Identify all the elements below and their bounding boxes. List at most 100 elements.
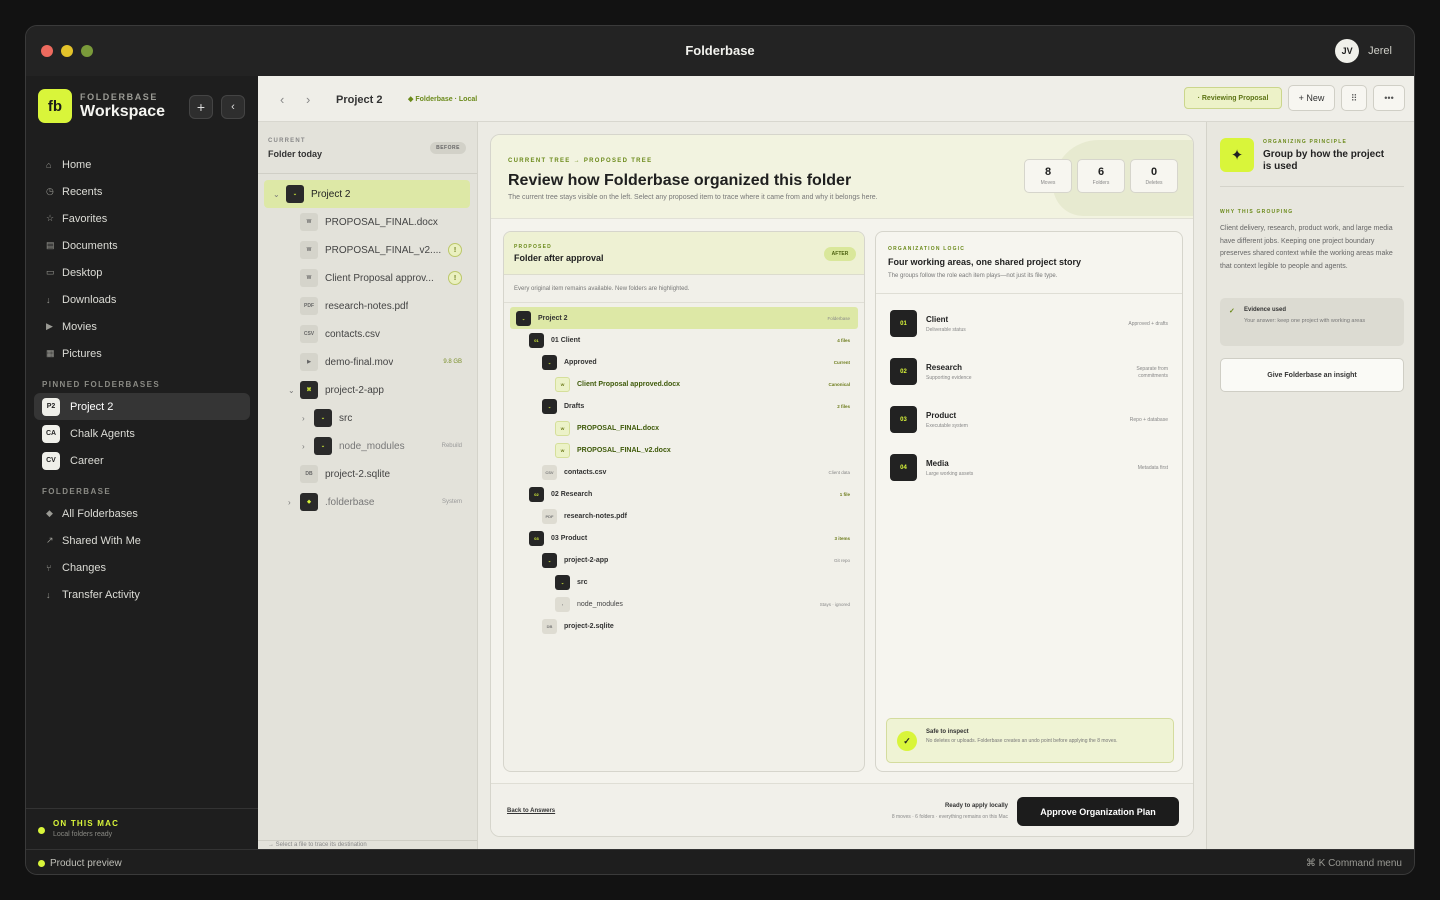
forward-arrow-icon[interactable]: › [306, 92, 310, 107]
proposed-row[interactable]: 02 02 Research 1 file [510, 483, 858, 505]
share-icon: ↗ [46, 535, 54, 545]
tree-row[interactable]: › ⌄ src [264, 404, 470, 432]
proposed-row[interactable]: 03 03 Product 3 items [510, 527, 858, 549]
warning-icon: ! [448, 243, 462, 257]
sidebar-item-downloads[interactable]: ↓ Downloads [34, 286, 250, 313]
proposed-row-label: Project 2 [538, 314, 568, 322]
sidebar-item-label: Movies [62, 320, 97, 333]
proposed-row[interactable]: W Client Proposal approved.docx Canonica… [510, 373, 858, 395]
proposed-row[interactable]: ⌄ Drafts 2 files [510, 395, 858, 417]
user-menu[interactable]: JV Jerel [1335, 39, 1392, 63]
sidebar-item-label: Transfer Activity [62, 588, 140, 601]
proposed-row[interactable]: ⌄ src [510, 571, 858, 593]
proposed-row[interactable]: ⌄ Approved Current [510, 351, 858, 373]
proposed-row[interactable]: ⌄ project-2-app Git repo [510, 549, 858, 571]
more-icon: ••• [1384, 93, 1394, 103]
logic-header: ORGANIZATION LOGIC Four working areas, o… [876, 232, 1182, 294]
breadcrumb[interactable]: ◆ Folderbase · Local [408, 95, 477, 103]
clock-icon: ◷ [46, 186, 54, 196]
sidebar-item-chalk-agents[interactable]: CA Chalk Agents [34, 420, 250, 447]
sidebar-item-career[interactable]: CV Career [34, 447, 250, 474]
tree-row-label: project-2-app [325, 384, 384, 396]
toolbar-title: Project 2 [336, 94, 383, 106]
tree-row[interactable]: › ⌄ node_modules Rebuild [264, 432, 470, 460]
collapse-sidebar-button[interactable]: ‹ [221, 95, 245, 119]
proposed-row[interactable]: W PROPOSAL_FINAL.docx [510, 417, 858, 439]
tree-row[interactable]: ⌄ ⌘ project-2-app [264, 376, 470, 404]
sidebar-item-transfer-activity[interactable]: ↓ Transfer Activity [34, 581, 250, 608]
folder-number-icon: 01 [529, 332, 544, 348]
tree-row-label: Project 2 [311, 188, 351, 200]
approve-plan-button[interactable]: Approve Organization Plan [1017, 797, 1179, 826]
sidebar-item-home[interactable]: ⌂ Home [34, 151, 250, 178]
sidebar-item-desktop[interactable]: ▭ Desktop [34, 259, 250, 286]
current-title: Folder today [268, 149, 323, 159]
review-header: CURRENT TREE → PROPOSED TREE Review how … [491, 135, 1193, 219]
back-to-answers-link[interactable]: Back to Answers [507, 808, 555, 814]
tree-row[interactable]: W Client Proposal approv... ! [264, 264, 470, 292]
working-area-product[interactable]: 03 Product Executable system Repo + data… [890, 406, 1170, 436]
tree-row[interactable]: CSV contacts.csv [264, 320, 470, 348]
folder-icon: ⌄ [314, 437, 332, 455]
command-menu-shortcut[interactable]: ⌘ K Command menu [1306, 858, 1402, 869]
sidebar-item-all-folderbases[interactable]: ◆ All Folderbases [34, 500, 250, 527]
working-area-research[interactable]: 02 Research Supporting evidence Separate… [890, 358, 1170, 388]
working-area-media[interactable]: 04 Media Large working assets Metadata f… [890, 454, 1170, 484]
proposed-row[interactable]: › node_modules Stays · ignored [510, 593, 858, 615]
sidebar-footer: ON THIS MAC Local folders ready [26, 808, 258, 849]
add-button[interactable]: + [189, 95, 213, 119]
area-meta: Separate from commitments [1136, 366, 1168, 379]
desktop-icon: ▭ [46, 267, 55, 277]
sidebar-item-favorites[interactable]: ☆ Favorites [34, 205, 250, 232]
review-title: Review how Folderbase organized this fol… [508, 172, 852, 189]
proposed-row-label: Client Proposal approved.docx [577, 380, 681, 388]
proposed-row-label: src [577, 578, 588, 586]
sidebar-item-documents[interactable]: ▤ Documents [34, 232, 250, 259]
area-name: Product [926, 411, 957, 420]
proposed-row-meta: Stays · ignored [819, 601, 850, 607]
tree-row[interactable]: W PROPOSAL_FINAL.docx [264, 208, 470, 236]
proposed-row-project-2[interactable]: ⌄ Project 2 Folderbase [510, 307, 858, 329]
document-icon: ▤ [46, 240, 55, 250]
proposed-note: Every original item remains available. N… [504, 275, 864, 303]
tree-row[interactable]: W PROPOSAL_FINAL_v2.... ! [264, 236, 470, 264]
tree-row-project-2[interactable]: ⌄ ⌄ Project 2 [264, 180, 470, 208]
more-button[interactable]: ••• [1373, 85, 1405, 111]
logic-subtitle: The groups follow the role each item pla… [888, 273, 1058, 279]
sidebar-item-pictures[interactable]: ▦ Pictures [34, 340, 250, 367]
sidebar-item-label: Shared With Me [62, 534, 141, 547]
proposed-row[interactable]: PDF research-notes.pdf [510, 505, 858, 527]
folder-icon: › [555, 596, 570, 612]
tree-row[interactable]: DB project-2.sqlite [264, 460, 470, 488]
proposed-row[interactable]: W PROPOSAL_FINAL_v2.docx [510, 439, 858, 461]
proposed-row-label: Approved [564, 358, 597, 366]
proposed-row[interactable]: CSV contacts.csv Client data [510, 461, 858, 483]
give-insight-button[interactable]: Give Folderbase an insight [1220, 358, 1404, 392]
file-size: 9.8 GB [443, 359, 462, 365]
grid-view-button[interactable]: ⠿ [1341, 85, 1367, 111]
brand: fb FOLDERBASE Workspace [38, 89, 165, 123]
new-button[interactable]: + New [1288, 85, 1335, 111]
repo-icon: ⌄ [542, 552, 557, 568]
tree-row[interactable]: › ◆ .folderbase System [264, 488, 470, 516]
proposed-row[interactable]: DB project-2.sqlite [510, 615, 858, 637]
evidence-title: Evidence used [1244, 307, 1287, 313]
working-area-client[interactable]: 01 Client Deliverable status Approved + … [890, 310, 1170, 340]
sidebar-item-movies[interactable]: ▶ Movies [34, 313, 250, 340]
sidebar-item-shared-with-me[interactable]: ↗ Shared With Me [34, 527, 250, 554]
proposed-row-meta: Git repo [833, 557, 850, 563]
sidebar-item-label: Home [62, 158, 92, 171]
proposed-row-meta: Current [833, 359, 850, 365]
status-bar: Product preview ⌘ K Command menu [26, 849, 1414, 874]
star-icon: ☆ [46, 213, 55, 223]
proposed-row[interactable]: 01 01 Client 4 files [510, 329, 858, 351]
sidebar-item-project-2[interactable]: P2 Project 2 [34, 393, 250, 420]
tree-row[interactable]: PDF research-notes.pdf [264, 292, 470, 320]
status-dot-icon [38, 827, 45, 834]
tree-row[interactable]: ▶ demo-final.mov 9.8 GB [264, 348, 470, 376]
status-badge: · Reviewing Proposal [1184, 87, 1282, 109]
sidebar-item-changes[interactable]: ⑂ Changes [34, 554, 250, 581]
sidebar-item-label: Career [70, 454, 104, 467]
sidebar-item-recents[interactable]: ◷ Recents [34, 178, 250, 205]
back-arrow-icon[interactable]: ‹ [280, 92, 284, 107]
